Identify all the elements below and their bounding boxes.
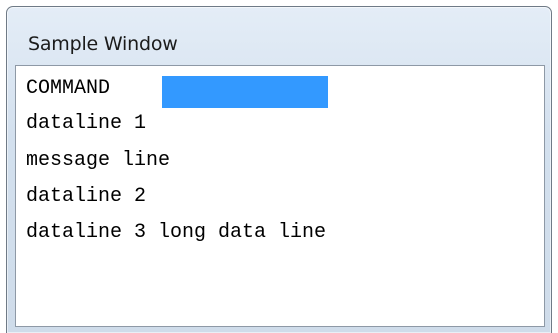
data-line-2: dataline 2 [26,185,147,208]
window-content-area: COMMAND dataline 1 message line dataline… [15,65,545,327]
data-line-3: dataline 3 long data line [26,221,327,244]
command-label: COMMAND [26,77,111,100]
data-line-1: dataline 1 [26,112,147,135]
window-title: Sample Window [28,33,178,55]
message-line: message line [26,149,171,172]
sample-window: Sample Window COMMAND dataline 1 message… [6,6,552,333]
title-bar[interactable]: Sample Window [7,7,551,64]
command-input[interactable] [162,76,328,108]
